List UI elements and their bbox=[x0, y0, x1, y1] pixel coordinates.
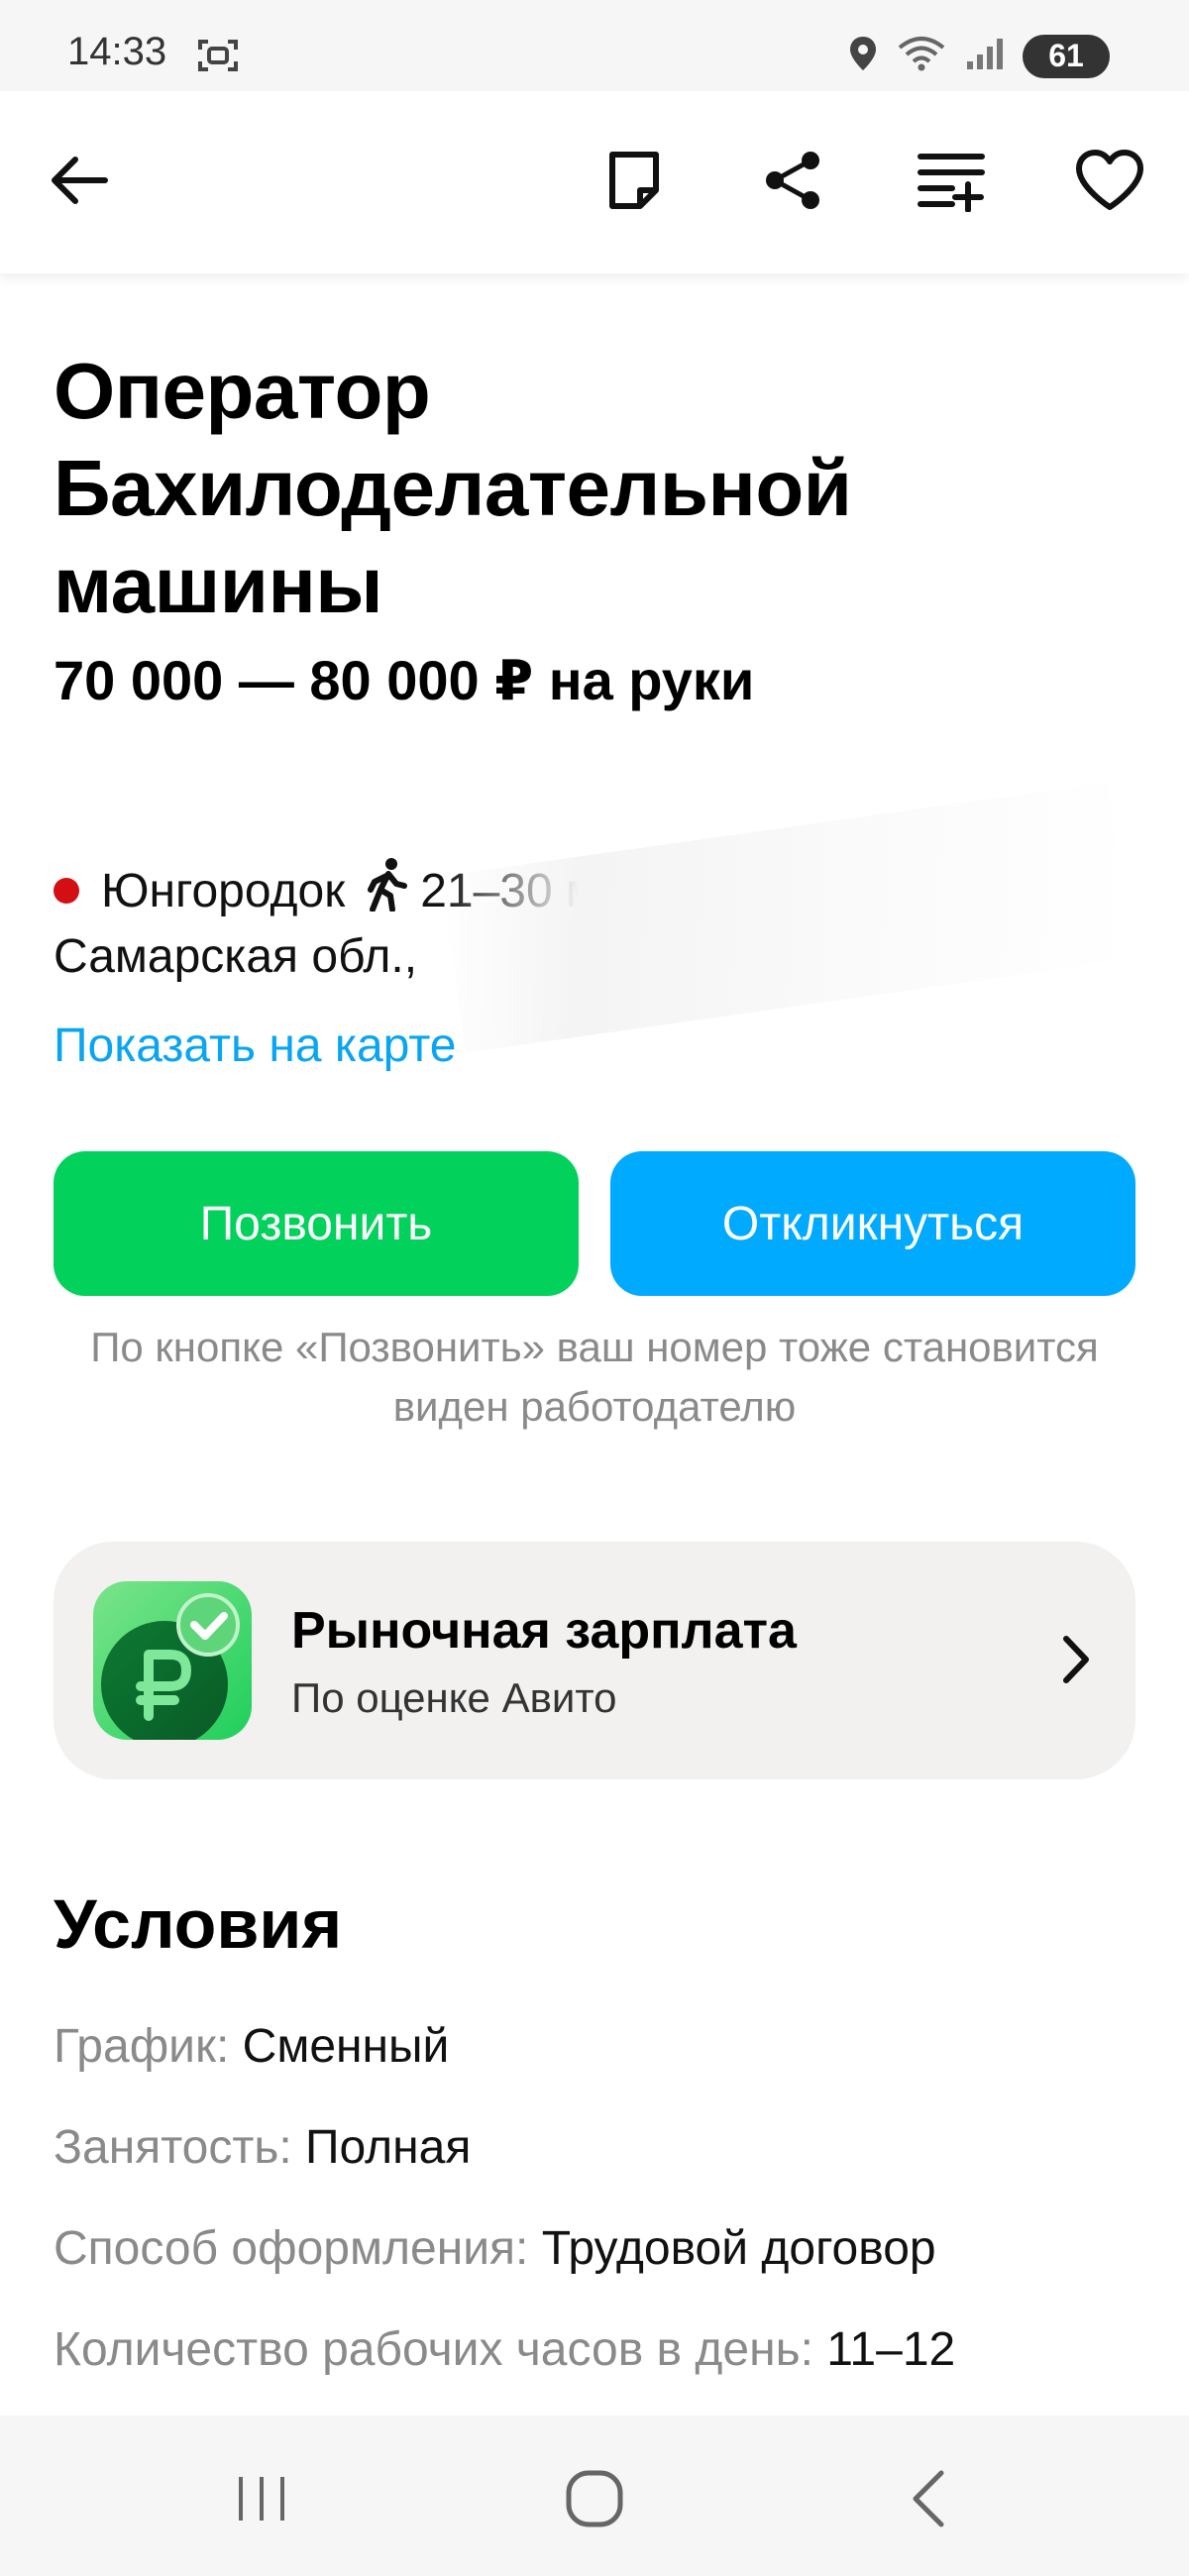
add-to-list-button[interactable] bbox=[902, 133, 1001, 232]
call-note: По кнопке «Позвонить» ваш номер тоже ста… bbox=[90, 1324, 1099, 1430]
condition-row: Количество рабочих часов в день: 11–12 bbox=[54, 2322, 955, 2377]
market-salary-card[interactable]: Рыночная зарплата По оценке Авито bbox=[54, 1542, 1135, 1779]
condition-label: График: bbox=[54, 2020, 230, 2073]
add-to-list-icon bbox=[917, 149, 986, 217]
back-icon bbox=[908, 2469, 947, 2533]
condition-value: Трудовой договор bbox=[541, 2222, 936, 2275]
wifi-icon bbox=[896, 34, 947, 78]
address: Самарская обл., bbox=[54, 930, 418, 983]
chevron-right-icon bbox=[1060, 1633, 1092, 1691]
system-nav-bar bbox=[0, 2415, 1189, 2576]
metro-line-dot bbox=[54, 878, 79, 904]
vacancy-salary: 70 000 — 80 000 ₽ на руки bbox=[54, 649, 755, 711]
back-arrow-icon bbox=[50, 156, 109, 210]
walking-icon bbox=[365, 858, 410, 923]
note-icon bbox=[606, 149, 662, 217]
share-icon bbox=[761, 149, 824, 217]
call-button[interactable]: Позвонить bbox=[54, 1151, 579, 1296]
home-button[interactable] bbox=[535, 2461, 654, 2540]
home-icon bbox=[565, 2469, 624, 2533]
top-toolbar bbox=[0, 91, 1189, 273]
market-salary-subtitle: По оценке Авито bbox=[291, 1674, 617, 1721]
condition-value: Полная bbox=[305, 2121, 472, 2174]
status-bar: 14:33 61 bbox=[0, 0, 1189, 91]
share-button[interactable] bbox=[743, 133, 842, 232]
heart-icon bbox=[1075, 149, 1144, 216]
condition-value: Сменный bbox=[242, 2020, 450, 2073]
condition-row: Занятость: Полная bbox=[54, 2120, 471, 2175]
condition-row: График: Сменный bbox=[54, 2019, 449, 2074]
battery-level: 61 bbox=[1023, 34, 1110, 78]
ruble-check-icon bbox=[93, 1581, 252, 1748]
recent-apps-button[interactable] bbox=[202, 2461, 321, 2540]
condition-label: Способ оформления: bbox=[54, 2222, 529, 2275]
condition-value: 11–12 bbox=[826, 2323, 956, 2376]
condition-label: Количество рабочих часов в день: bbox=[54, 2323, 813, 2376]
condition-label: Занятость: bbox=[54, 2121, 292, 2174]
signal-icon bbox=[965, 36, 1005, 76]
location-icon bbox=[848, 35, 878, 77]
status-time: 14:33 bbox=[67, 30, 167, 73]
condition-row: Способ оформления: Трудовой договор bbox=[54, 2221, 936, 2276]
screenshot-icon bbox=[196, 38, 240, 78]
show-on-map-link[interactable]: Показать на карте bbox=[54, 1019, 456, 1073]
favorite-button[interactable] bbox=[1060, 133, 1159, 232]
back-button[interactable] bbox=[30, 133, 129, 232]
note-button[interactable] bbox=[585, 133, 684, 232]
redacted-area bbox=[440, 782, 1134, 1053]
vacancy-title: Оператор Бахилоделательной машины bbox=[54, 347, 852, 629]
market-salary-title: Рыночная зарплата bbox=[291, 1602, 797, 1660]
metro-station: Юнгородок bbox=[101, 864, 346, 917]
apply-button[interactable]: Откликнуться bbox=[610, 1151, 1135, 1296]
conditions-heading: Условия bbox=[54, 1885, 343, 1963]
system-back-button[interactable] bbox=[868, 2461, 987, 2540]
recent-apps-icon bbox=[235, 2473, 288, 2529]
